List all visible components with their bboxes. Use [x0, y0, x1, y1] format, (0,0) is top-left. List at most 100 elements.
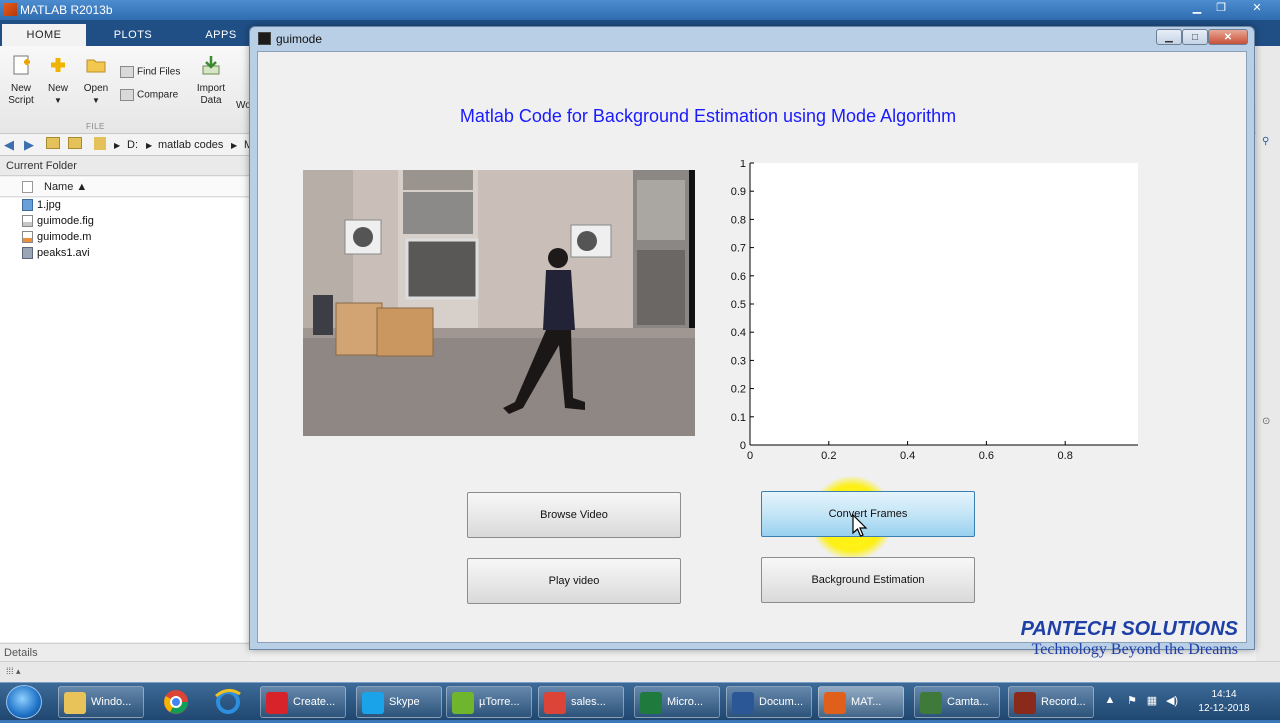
- taskbar-item[interactable]: MAT...: [818, 686, 904, 718]
- taskbar-item-label: Micro...: [667, 696, 704, 708]
- list-item[interactable]: peaks1.avi: [22, 247, 90, 263]
- browse-folder-icon[interactable]: [68, 137, 82, 149]
- chevron-down-icon[interactable]: ⊙: [1262, 416, 1270, 427]
- matlab-logo-icon: [4, 3, 17, 16]
- taskbar-item[interactable]: µTorre...: [446, 686, 532, 718]
- taskbar-item-label: Windo...: [91, 696, 132, 708]
- new-script-label-2: Script: [8, 95, 34, 106]
- tab-home[interactable]: HOME: [2, 24, 86, 46]
- taskbar-item[interactable]: Record...: [1008, 686, 1094, 718]
- file-name: peaks1.avi: [37, 247, 90, 259]
- taskbar-item-label: Record...: [1041, 696, 1086, 708]
- taskbar-item[interactable]: sales...: [538, 686, 624, 718]
- back-icon[interactable]: ◀: [4, 137, 14, 153]
- import-data-button[interactable]: Import Data: [192, 54, 230, 107]
- guimode-title: guimode: [276, 32, 323, 46]
- y-tick-label: 0.5: [731, 299, 746, 311]
- recorder-icon: [1014, 692, 1036, 714]
- import-label-2: Data: [200, 95, 222, 106]
- camtasia-icon: [920, 692, 942, 714]
- taskbar-item-label: sales...: [571, 696, 606, 708]
- y-tick-label: 0.8: [731, 214, 746, 226]
- restore-icon[interactable]: ❐: [1210, 0, 1232, 16]
- background-estimation-button[interactable]: Background Estimation: [761, 557, 975, 603]
- drive-folder-icon: [94, 137, 106, 150]
- open-label: Open: [83, 83, 109, 94]
- path-drive[interactable]: D:: [127, 139, 138, 151]
- new-button[interactable]: New ▼: [42, 54, 74, 107]
- checkbox-icon: [22, 181, 33, 193]
- name-column-header[interactable]: Name ▲: [0, 177, 250, 197]
- new-script-icon: [13, 55, 30, 75]
- y-tick-label: 0.4: [731, 327, 746, 339]
- word-doc-icon: [732, 692, 754, 714]
- taskbar-item[interactable]: Windo...: [58, 686, 144, 718]
- open-button[interactable]: Open ▼: [80, 54, 112, 107]
- clock-date: 12-12-2018: [1198, 703, 1250, 714]
- network-icon[interactable]: ▦: [1145, 694, 1159, 708]
- convert-frames-button[interactable]: Convert Frames: [761, 491, 975, 537]
- brand-tagline: Technology Beyond the Dreams: [1031, 641, 1238, 658]
- y-tick-label: 0.3: [731, 355, 746, 367]
- system-clock[interactable]: 14:14 12-12-2018: [1194, 688, 1254, 716]
- x-tick-label: 0.2: [821, 450, 836, 462]
- status-bar: ⁞⁞⁞ ▴: [0, 661, 1280, 682]
- maximize-icon[interactable]: □: [1182, 29, 1208, 45]
- up-folder-icon[interactable]: [46, 137, 60, 149]
- windows-taskbar: Windo... Create... Skype µTorre... sales... M…: [0, 682, 1280, 720]
- minimize-icon[interactable]: ▁: [1186, 0, 1208, 16]
- find-files-button[interactable]: Find Files: [120, 66, 180, 78]
- right-panel-strip: ⚲ ⊙: [1256, 46, 1280, 661]
- new-label: New: [47, 83, 68, 94]
- y-tick-label: 0: [740, 440, 746, 452]
- play-video-button[interactable]: Play video: [467, 558, 681, 604]
- folder-icon: [64, 692, 86, 714]
- path-separator-icon: ▶: [231, 141, 238, 150]
- tab-apps[interactable]: APPS: [190, 24, 252, 46]
- taskbar-item-label: Docum...: [759, 696, 804, 708]
- forward-icon[interactable]: ▶: [24, 137, 34, 153]
- tray-expand-icon[interactable]: ▲: [1103, 694, 1117, 708]
- list-item[interactable]: guimode.m: [22, 231, 91, 247]
- start-button[interactable]: [6, 685, 42, 719]
- list-item[interactable]: 1.jpg: [22, 199, 61, 215]
- current-folder-header: Current Folder: [0, 156, 250, 176]
- y-tick-label: 0.7: [731, 243, 746, 255]
- list-item[interactable]: guimode.fig: [22, 215, 94, 231]
- compare-button[interactable]: Compare: [120, 89, 178, 101]
- close-icon[interactable]: ✕: [1246, 0, 1268, 16]
- taskbar-item[interactable]: Micro...: [634, 686, 720, 718]
- taskbar-item-label: MAT...: [851, 696, 882, 708]
- tab-plots[interactable]: PLOTS: [100, 24, 166, 46]
- path-folder[interactable]: matlab codes: [158, 139, 223, 151]
- axes-background: [750, 163, 1138, 445]
- new-script-button[interactable]: New Script: [4, 54, 38, 107]
- taskbar-item[interactable]: Create...: [260, 686, 346, 718]
- taskbar-item-label: Camta...: [947, 696, 989, 708]
- file-name: guimode.fig: [37, 215, 94, 227]
- y-tick-label: 1: [740, 160, 746, 170]
- compare-icon: [120, 89, 134, 101]
- details-panel-header[interactable]: Details: [0, 643, 250, 661]
- taskbar-item[interactable]: Camta...: [914, 686, 1000, 718]
- video-file-icon: [22, 247, 33, 260]
- volume-icon[interactable]: ◀): [1165, 694, 1179, 708]
- ie-pinned-icon[interactable]: [208, 686, 248, 718]
- matlab-titlebar: MATLAB R2013b ▁ ❐ ✕: [0, 0, 1280, 20]
- chrome-pinned-icon[interactable]: [156, 686, 196, 718]
- action-center-icon[interactable]: ⚑: [1125, 694, 1139, 708]
- find-files-label: Find Files: [137, 66, 181, 78]
- minimize-icon[interactable]: ▁: [1156, 29, 1182, 45]
- opera-icon: [266, 692, 288, 714]
- path-separator-icon: ▶: [114, 141, 121, 150]
- browse-video-button[interactable]: Browse Video: [467, 492, 681, 538]
- fig-file-icon: [22, 215, 33, 228]
- taskbar-item[interactable]: Docum...: [726, 686, 812, 718]
- taskbar-item[interactable]: Skype: [356, 686, 442, 718]
- folder-icon: [86, 59, 106, 73]
- close-icon[interactable]: ✕: [1208, 29, 1248, 45]
- search-icon[interactable]: ⚲: [1262, 136, 1269, 147]
- taskbar-item-label: Create...: [293, 696, 336, 708]
- find-files-icon: [120, 66, 134, 78]
- file-list: 1.jpg guimode.fig guimode.m peaks1.avi: [0, 198, 250, 642]
